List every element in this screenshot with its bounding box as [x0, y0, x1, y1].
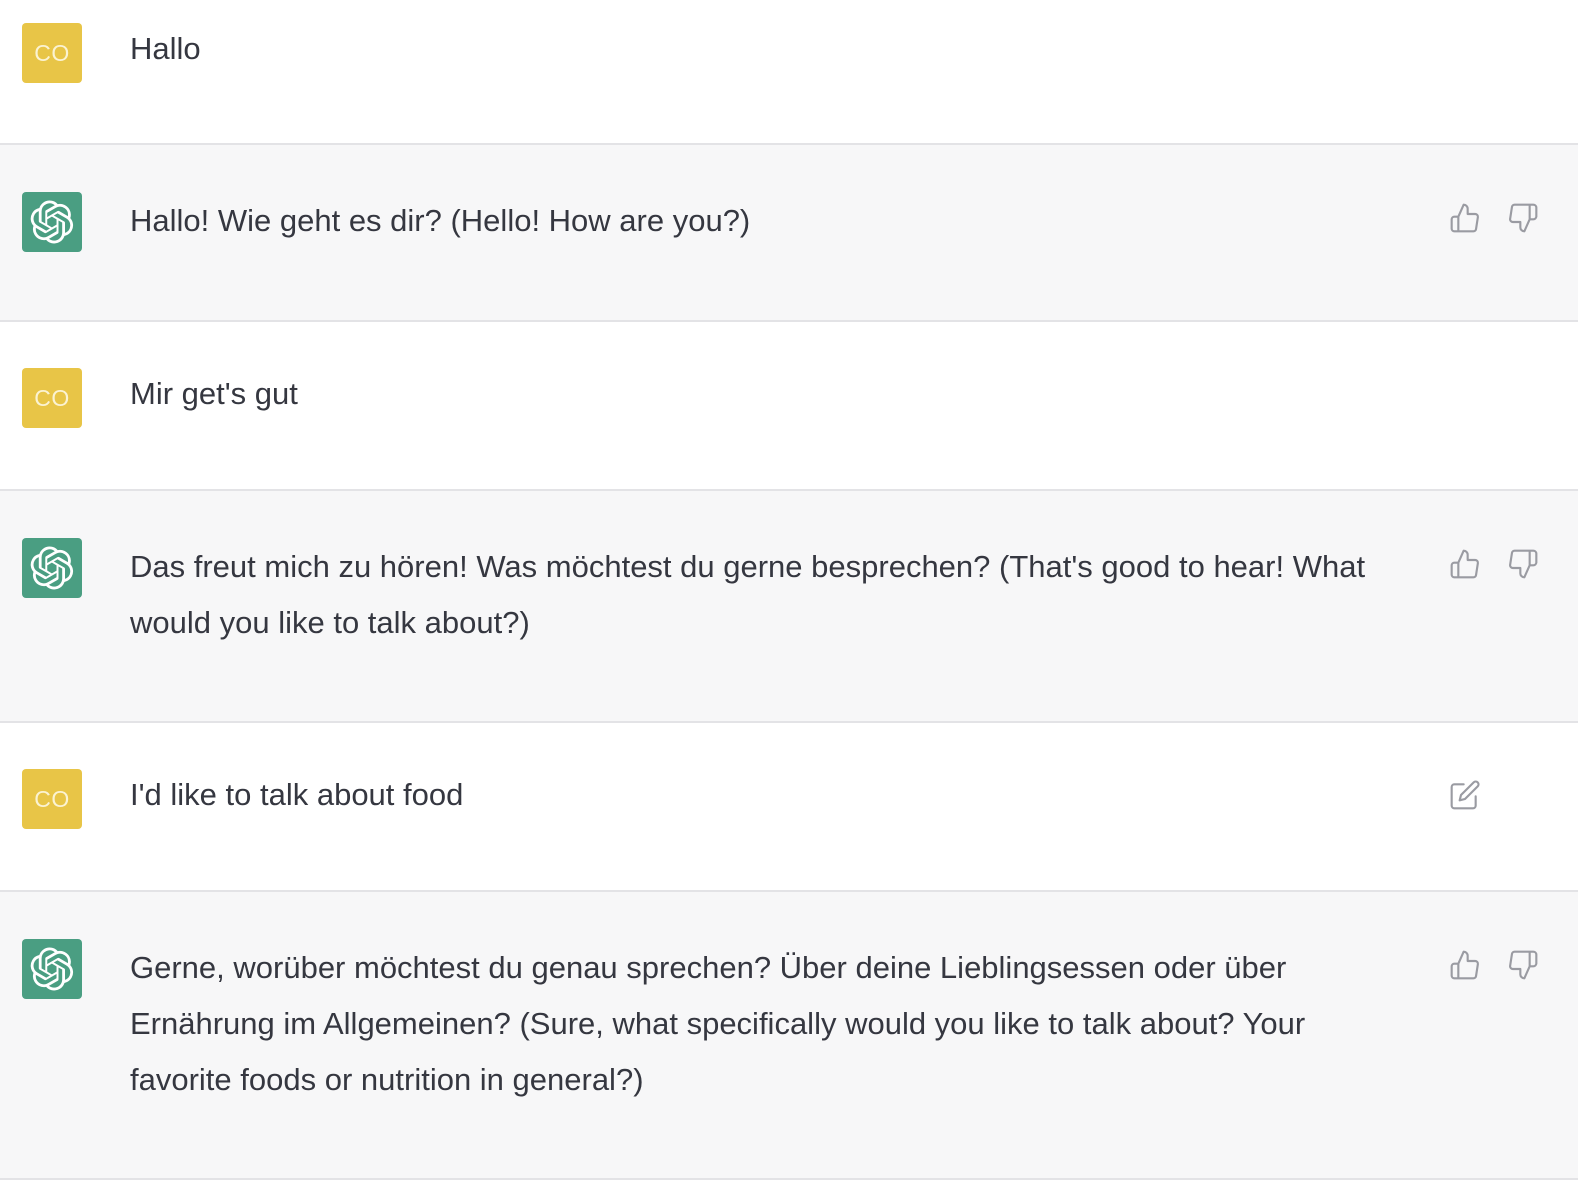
avatar-initials: CO: [34, 785, 70, 812]
edit-message-button[interactable]: [1448, 778, 1482, 812]
user-avatar: CO: [22, 23, 82, 83]
message-text: I'd like to talk about food: [130, 777, 464, 812]
avatar-initials: CO: [34, 384, 70, 411]
user-message: CO Mir get's gut: [0, 322, 1578, 491]
assistant-message: Das freut mich zu hören! Was möchtest du…: [0, 491, 1578, 723]
user-avatar: CO: [22, 368, 82, 428]
thumbs-down-button[interactable]: [1506, 948, 1540, 982]
thumbs-up-icon: [1450, 203, 1479, 233]
feedback-actions: [1448, 201, 1540, 235]
thumbs-down-button[interactable]: [1506, 201, 1540, 235]
assistant-message: Gerne, worüber möchtest du genau spreche…: [0, 892, 1578, 1180]
openai-logo-icon: [30, 200, 74, 244]
assistant-avatar: [22, 192, 82, 252]
user-message: CO I'd like to talk about food: [0, 723, 1578, 892]
thumbs-down-icon: [1509, 549, 1538, 579]
thumbs-down-icon: [1509, 203, 1538, 233]
openai-logo-icon: [30, 546, 74, 590]
message-text: Gerne, worüber möchtest du genau spreche…: [130, 950, 1306, 1097]
feedback-actions: [1448, 547, 1540, 581]
user-avatar: CO: [22, 769, 82, 829]
thumbs-up-button[interactable]: [1448, 948, 1482, 982]
message-text: Hallo! Wie geht es dir? (Hello! How are …: [130, 203, 751, 238]
message-text: Hallo: [130, 31, 201, 66]
message-text: Mir get's gut: [130, 376, 298, 411]
feedback-actions: [1448, 948, 1540, 982]
thumbs-up-button[interactable]: [1448, 201, 1482, 235]
thumbs-down-button[interactable]: [1506, 547, 1540, 581]
assistant-avatar: [22, 939, 82, 999]
thumbs-down-icon: [1509, 950, 1538, 980]
edit-icon: [1450, 780, 1480, 810]
thumbs-up-icon: [1450, 549, 1479, 579]
thumbs-up-button[interactable]: [1448, 547, 1482, 581]
edit-actions: [1448, 778, 1482, 812]
openai-logo-icon: [30, 947, 74, 991]
assistant-avatar: [22, 538, 82, 598]
thumbs-up-icon: [1450, 950, 1479, 980]
avatar-initials: CO: [34, 39, 70, 66]
user-message: CO Hallo: [0, 0, 1578, 145]
chat-thread: CO Hallo Hallo! Wie geht es dir? (Hello!…: [0, 0, 1578, 1188]
assistant-message: Hallo! Wie geht es dir? (Hello! How are …: [0, 145, 1578, 322]
message-text: Das freut mich zu hören! Was möchtest du…: [130, 549, 1366, 640]
